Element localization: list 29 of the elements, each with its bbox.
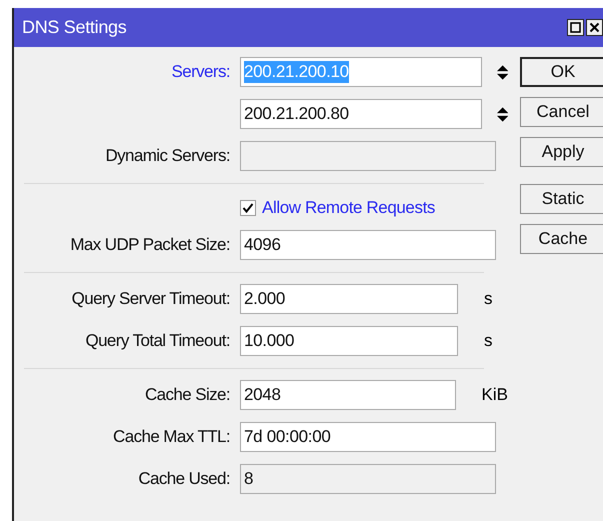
close-icon[interactable] xyxy=(586,19,603,36)
unit-label: s xyxy=(484,289,492,309)
input-field[interactable]: 200.21.200.80 xyxy=(240,99,482,129)
dialog-button[interactable]: Cancel xyxy=(520,97,603,127)
maximize-icon[interactable] xyxy=(567,19,584,36)
unit-label: s xyxy=(484,331,492,351)
input-field[interactable]: 10.000 xyxy=(240,326,458,356)
field-label: Cache Size: xyxy=(144,385,230,404)
field-label: Dynamic Servers: xyxy=(105,146,230,165)
field-label: Servers: xyxy=(172,62,230,81)
field-label: Max UDP Packet Size: xyxy=(70,235,230,254)
window-title: DNS Settings xyxy=(22,17,126,38)
dialog-button[interactable]: Static xyxy=(520,184,603,214)
input-field[interactable]: 4096 xyxy=(240,230,496,260)
up-down-arrows-icon[interactable] xyxy=(496,106,508,122)
input-field[interactable]: 2048 xyxy=(240,380,456,410)
up-down-arrows-icon[interactable] xyxy=(496,64,508,80)
dialog-button[interactable]: Apply xyxy=(520,137,603,167)
field-label: Query Total Timeout: xyxy=(85,331,230,350)
checkbox-label[interactable]: Allow Remote Requests xyxy=(262,198,436,218)
input-field[interactable]: 2.000 xyxy=(240,284,458,314)
unit-label: KiB xyxy=(482,385,508,405)
checkbox[interactable] xyxy=(240,200,256,216)
field-label: Query Server Timeout: xyxy=(72,289,230,308)
dialog-button[interactable]: Cache xyxy=(520,224,603,254)
field-label: Cache Used: xyxy=(138,469,230,488)
field-label: Cache Max TTL: xyxy=(113,427,230,446)
dialog-button[interactable]: OK xyxy=(520,57,603,87)
input-field[interactable]: 7d 00:00:00 xyxy=(240,422,496,452)
